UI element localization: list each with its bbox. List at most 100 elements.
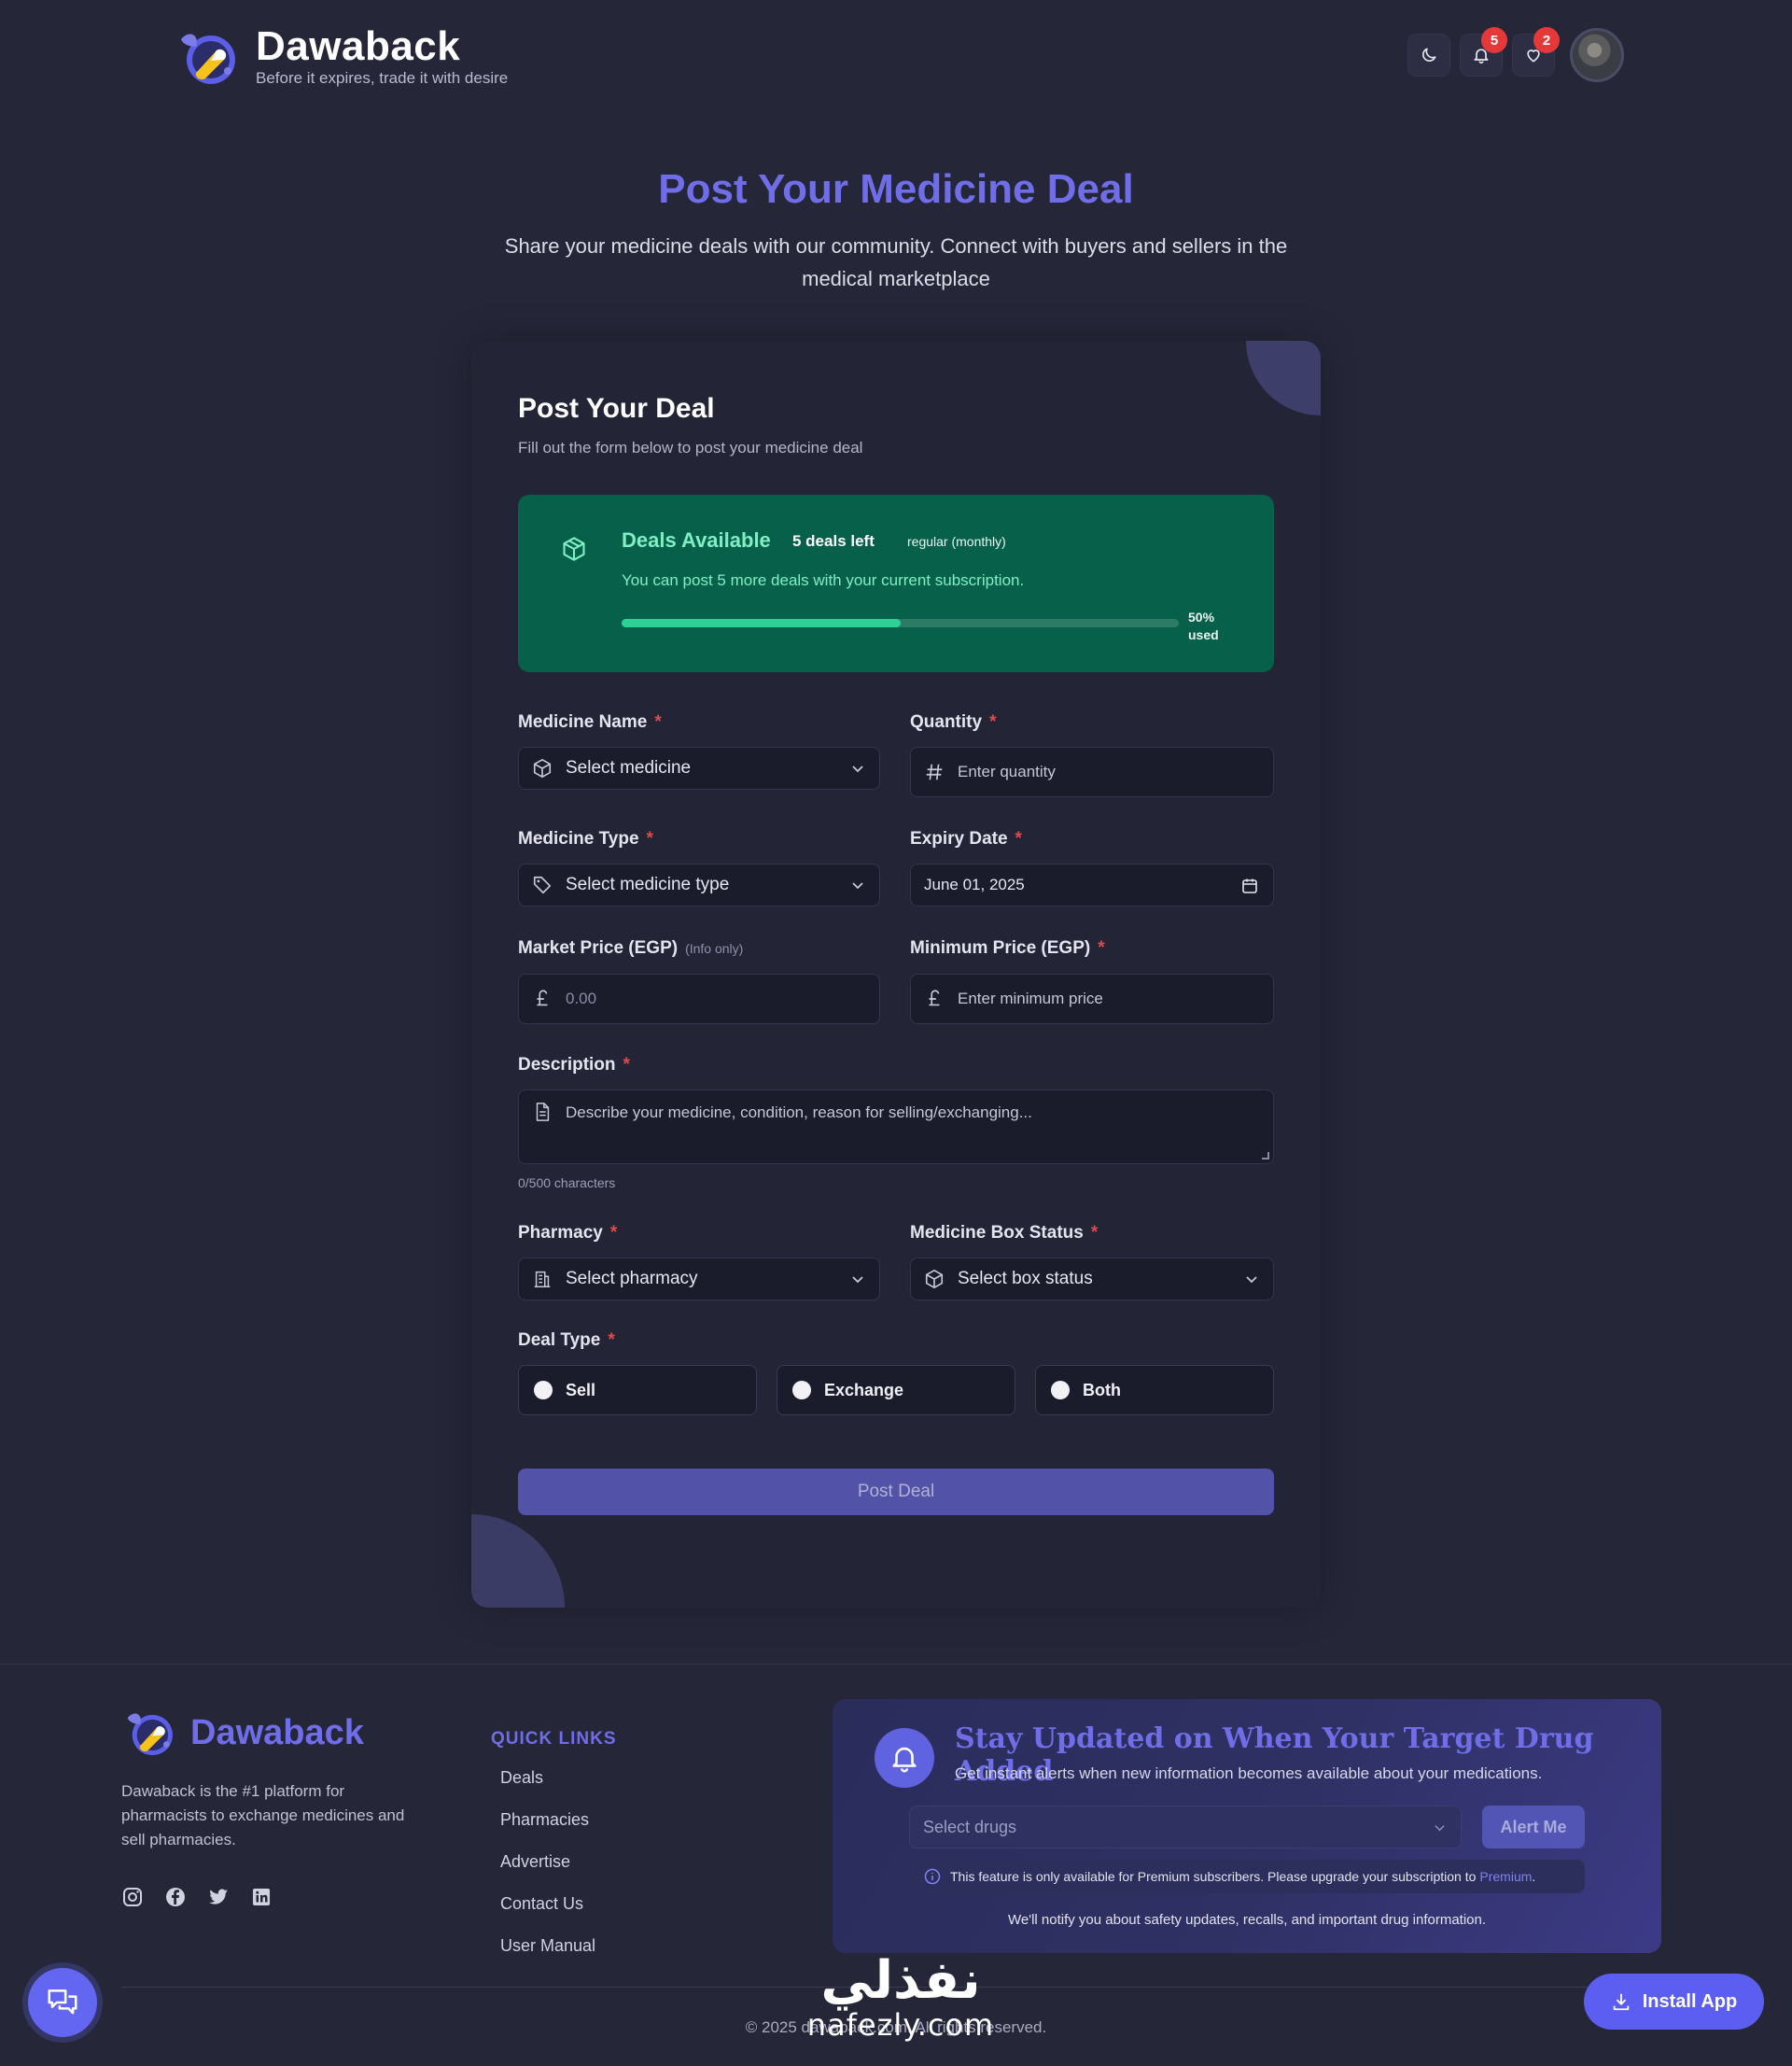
document-icon bbox=[536, 1103, 550, 1121]
deals-title: Deals Available bbox=[622, 528, 771, 552]
description-label: Description * bbox=[518, 1055, 630, 1075]
logo-icon bbox=[174, 26, 241, 88]
alert-me-button[interactable]: Alert Me bbox=[1482, 1806, 1585, 1848]
footer-link-user-manual[interactable]: User Manual bbox=[500, 1936, 595, 1956]
progress-used-word: used bbox=[1188, 627, 1219, 642]
required-mark: * bbox=[989, 712, 997, 732]
expiry-date-value: June 01, 2025 bbox=[924, 876, 1025, 893]
notifications-button[interactable]: 5 bbox=[1460, 27, 1507, 77]
box-status-value: Select box status bbox=[958, 1269, 1093, 1288]
required-mark: * bbox=[646, 829, 653, 849]
expiry-date-label: Expiry Date * bbox=[910, 829, 1022, 850]
radio-label: Exchange bbox=[824, 1380, 904, 1399]
hash-icon bbox=[926, 764, 943, 780]
deal-type-label: Deal Type * bbox=[518, 1330, 615, 1351]
footer-link-contact-us[interactable]: Contact Us bbox=[500, 1894, 583, 1914]
quick-links-title: QUICK LINKS bbox=[491, 1729, 617, 1749]
install-app-button[interactable]: Install App bbox=[1584, 1974, 1764, 2030]
medicine-type-label: Medicine Type * bbox=[518, 829, 653, 850]
deals-left-badge: 5 deals left bbox=[792, 532, 875, 550]
alert-footnote: We'll notify you about safety updates, r… bbox=[1007, 1912, 1487, 1928]
footer-link-advertise[interactable]: Advertise bbox=[500, 1852, 570, 1872]
social-links bbox=[121, 1886, 273, 1908]
chat-button[interactable] bbox=[28, 1968, 97, 2037]
label-text: Medicine Box Status bbox=[910, 1223, 1084, 1243]
label-text: Pharmacy bbox=[518, 1223, 603, 1243]
required-mark: * bbox=[608, 1330, 615, 1350]
favorites-badge: 2 bbox=[1533, 27, 1560, 53]
label-text: Expiry Date bbox=[910, 829, 1008, 849]
facebook-icon[interactable] bbox=[164, 1886, 187, 1908]
deals-progress-bar bbox=[622, 619, 1179, 627]
required-mark: * bbox=[623, 1055, 630, 1075]
box-status-label: Medicine Box Status * bbox=[910, 1223, 1098, 1244]
market-price-input[interactable]: 0.00 bbox=[518, 974, 880, 1024]
required-mark: * bbox=[1090, 1223, 1099, 1243]
premium-link[interactable]: Premium bbox=[1479, 1869, 1532, 1884]
description-textarea[interactable]: Describe your medicine, condition, reaso… bbox=[518, 1089, 1274, 1164]
calendar-icon[interactable] bbox=[1241, 878, 1258, 894]
required-mark: * bbox=[1015, 829, 1022, 849]
download-icon bbox=[1613, 1993, 1629, 2011]
deal-type-sell-radio[interactable]: Sell bbox=[518, 1365, 757, 1415]
alert-subtitle: Get instant alerts when new information … bbox=[955, 1764, 1543, 1782]
page-subtitle: Share your medicine deals with our commu… bbox=[504, 234, 1288, 290]
deal-type-exchange-radio[interactable]: Exchange bbox=[777, 1365, 1015, 1415]
medicine-type-value: Select medicine type bbox=[566, 875, 730, 894]
chevron-down-icon bbox=[1246, 1276, 1257, 1284]
pharmacy-label: Pharmacy * bbox=[518, 1223, 617, 1244]
header-actions: 5 2 bbox=[1407, 27, 1624, 82]
chevron-down-icon bbox=[852, 882, 863, 890]
favorites-button[interactable]: 2 bbox=[1512, 27, 1560, 77]
quantity-input[interactable]: Enter quantity bbox=[910, 747, 1274, 797]
label-text: Medicine Name bbox=[518, 712, 648, 732]
moon-icon bbox=[1422, 48, 1436, 62]
brand-name: Dawaback bbox=[256, 23, 461, 69]
theme-toggle-button[interactable] bbox=[1407, 34, 1450, 77]
post-deal-button[interactable]: Post Deal bbox=[518, 1469, 1274, 1515]
resize-handle[interactable] bbox=[1262, 1152, 1269, 1159]
instagram-icon[interactable] bbox=[121, 1886, 144, 1908]
package-icon bbox=[563, 537, 585, 561]
brand[interactable]: Dawaback Before it expires, trade it wit… bbox=[174, 26, 508, 88]
label-text: Deal Type bbox=[518, 1330, 601, 1350]
drugs-select-placeholder: Select drugs bbox=[923, 1817, 1017, 1836]
footer-link-deals[interactable]: Deals bbox=[500, 1768, 543, 1788]
watermark: نفذلي nafezly.com bbox=[793, 1950, 1008, 2042]
progress-percent: 50% bbox=[1188, 610, 1215, 625]
description-char-count: 0/500 characters bbox=[518, 1175, 616, 1190]
medicine-name-select[interactable]: Select medicine bbox=[518, 747, 880, 790]
minimum-price-input[interactable]: Enter minimum price bbox=[910, 974, 1274, 1024]
box-status-select[interactable]: Select box status bbox=[910, 1258, 1274, 1300]
post-deal-card: Post Your Deal Fill out the form below t… bbox=[471, 341, 1321, 1608]
quantity-label: Quantity * bbox=[910, 712, 996, 733]
medicine-type-select[interactable]: Select medicine type bbox=[518, 864, 880, 907]
decoration-corner bbox=[1246, 341, 1321, 415]
deal-type-both-radio[interactable]: Both bbox=[1035, 1365, 1274, 1415]
quantity-placeholder: Enter quantity bbox=[958, 763, 1056, 780]
subscription-plan: regular (monthly) bbox=[907, 534, 1006, 549]
pound-icon bbox=[537, 990, 548, 1006]
twitter-icon[interactable] bbox=[207, 1886, 230, 1908]
watermark-arabic: نفذلي bbox=[820, 1950, 981, 2011]
decoration-corner bbox=[471, 1514, 565, 1608]
drugs-select[interactable]: Select drugs bbox=[909, 1806, 1462, 1848]
footer-brand-name: Dawaback bbox=[190, 1712, 364, 1752]
chat-icon bbox=[48, 1989, 77, 2015]
premium-note: This feature is only available for Premi… bbox=[909, 1860, 1585, 1893]
required-mark: * bbox=[609, 1223, 618, 1243]
footer-brand[interactable]: Dawaback bbox=[121, 1707, 364, 1759]
footer-link-pharmacies[interactable]: Pharmacies bbox=[500, 1810, 589, 1830]
avatar[interactable] bbox=[1570, 28, 1624, 82]
deals-progress-label: 50% used bbox=[1188, 609, 1219, 644]
label-text: Market Price (EGP) bbox=[518, 938, 679, 958]
linkedin-icon[interactable] bbox=[250, 1886, 273, 1908]
chevron-down-icon bbox=[852, 1276, 863, 1284]
radio-circle bbox=[1051, 1381, 1070, 1399]
pharmacy-select[interactable]: Select pharmacy bbox=[518, 1258, 880, 1300]
package-icon bbox=[925, 1270, 944, 1288]
expiry-date-picker[interactable]: June 01, 2025 bbox=[910, 864, 1274, 907]
install-app-label: Install App bbox=[1642, 1990, 1738, 2012]
info-only-hint: (Info only) bbox=[685, 941, 744, 956]
chevron-down-icon bbox=[1435, 1825, 1445, 1832]
